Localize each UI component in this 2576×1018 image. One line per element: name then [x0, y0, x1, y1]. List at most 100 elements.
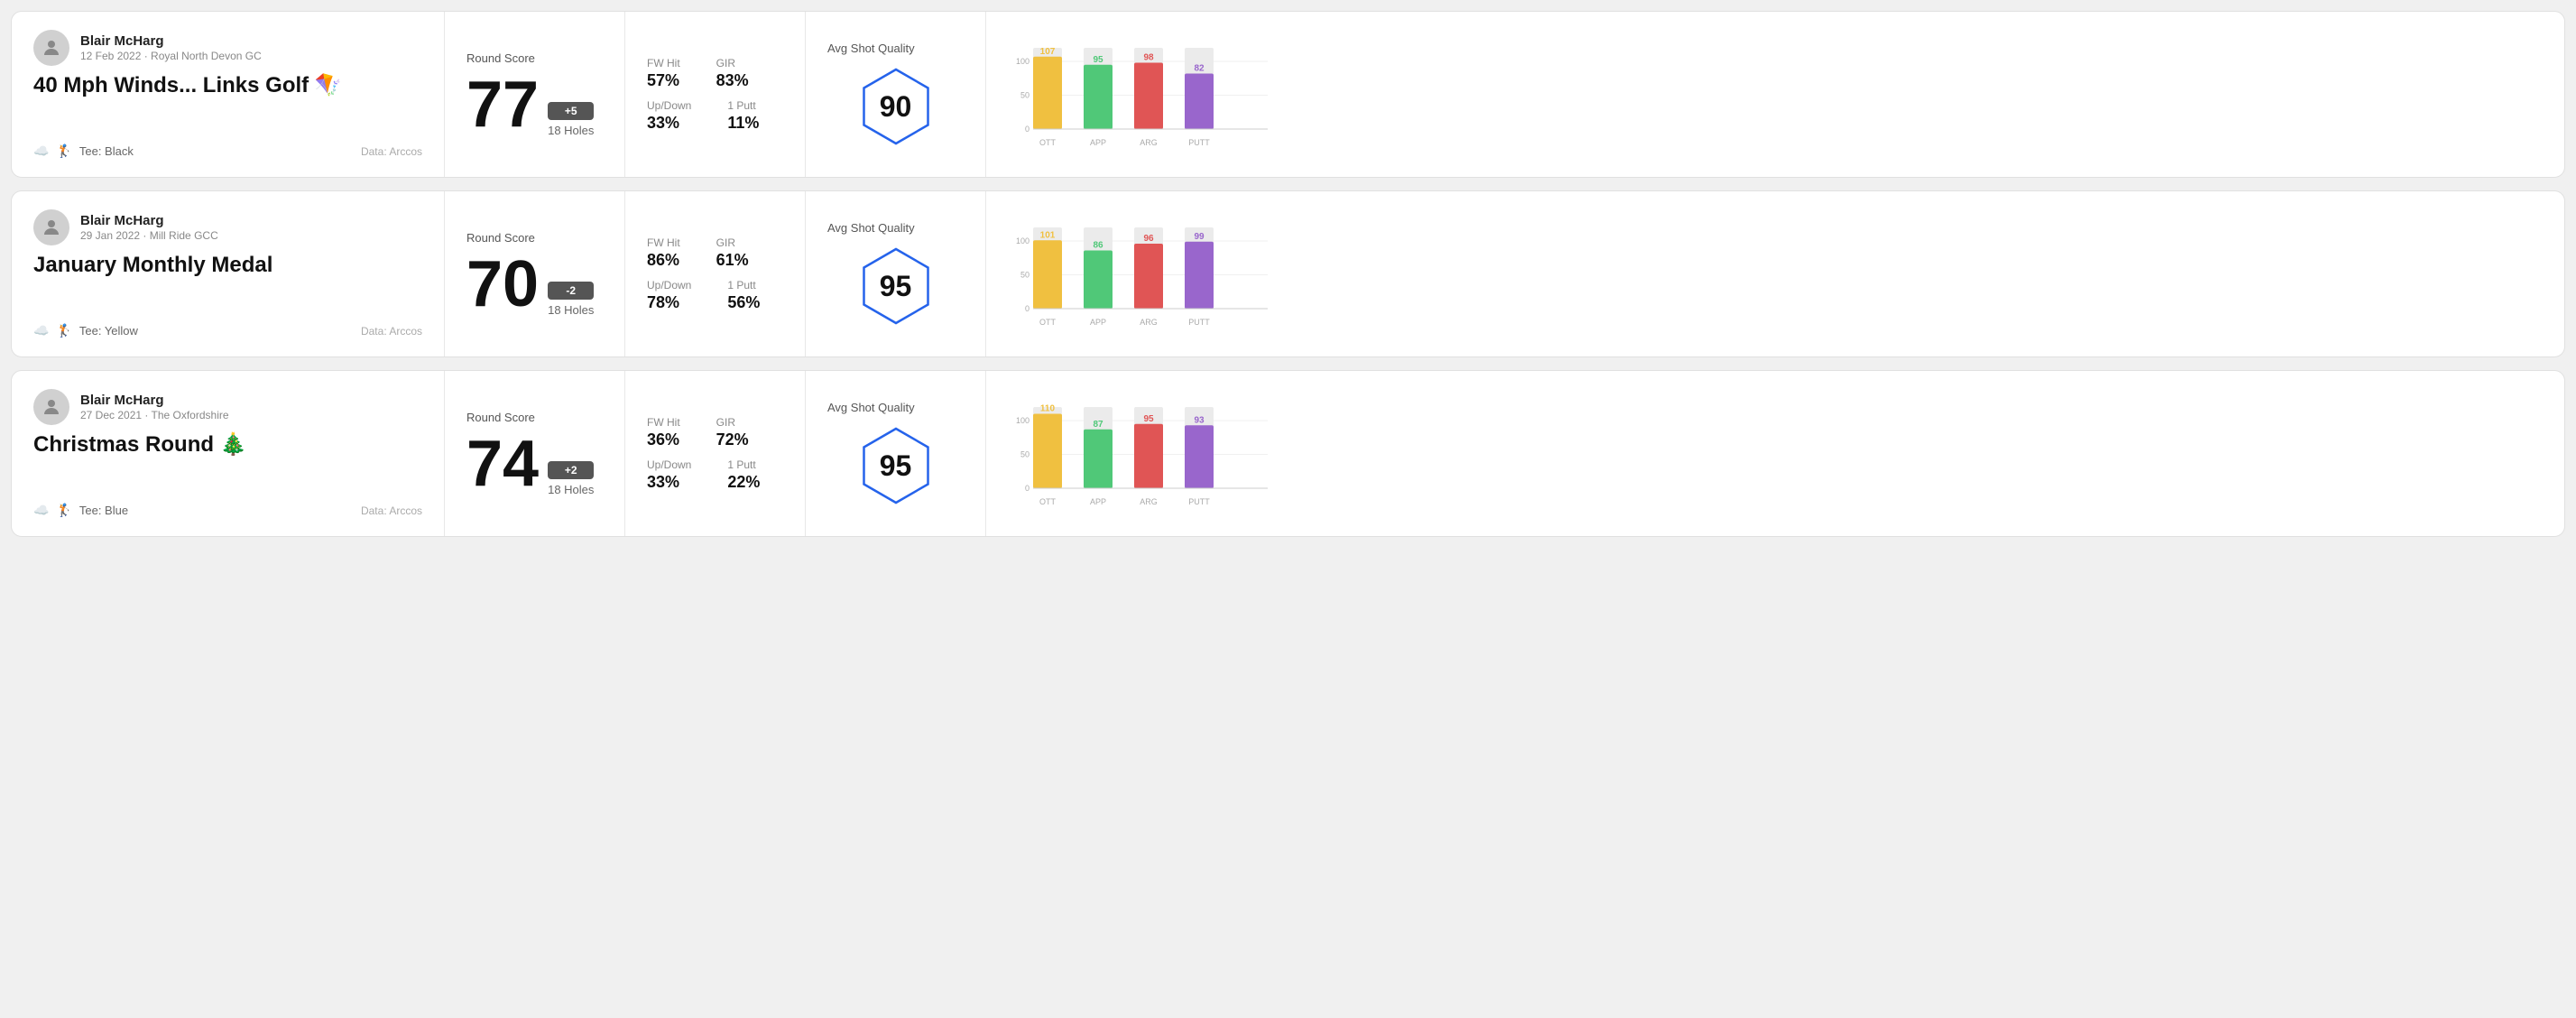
score-section: Round Score 70 -2 18 Holes — [445, 191, 625, 356]
quality-score: 95 — [880, 449, 912, 483]
stats-row-top: FW Hit 36% GIR 72% — [647, 416, 783, 449]
svg-text:87: 87 — [1093, 419, 1103, 429]
hexagon-wrapper: 90 — [827, 66, 964, 147]
svg-text:110: 110 — [1040, 403, 1056, 413]
tee-label: Tee: Yellow — [79, 324, 138, 338]
fw-hit-value: 57% — [647, 71, 680, 90]
svg-text:OTT: OTT — [1039, 497, 1056, 506]
round-title: 40 Mph Winds... Links Golf 🪁 — [33, 73, 422, 99]
hexagon-wrapper: 95 — [827, 425, 964, 506]
oneputt-label: 1 Putt — [727, 279, 760, 292]
quality-section: Avg Shot Quality 95 — [806, 371, 986, 536]
data-source: Data: Arccos — [361, 325, 422, 338]
gir-value: 83% — [716, 71, 749, 90]
quality-score: 90 — [880, 90, 912, 124]
score-badge: -2 — [548, 282, 594, 300]
chart-section: 100500101OTT86APP96ARG99PUTT — [986, 191, 2564, 356]
fw-hit-value: 86% — [647, 251, 680, 270]
hexagon: 95 — [855, 245, 937, 327]
bag-icon: 🏌️ — [56, 143, 71, 159]
gir-stat: GIR 61% — [716, 236, 749, 270]
score-holes: 18 Holes — [548, 303, 594, 317]
avatar — [33, 30, 69, 66]
svg-text:96: 96 — [1143, 234, 1154, 244]
gir-stat: GIR 72% — [716, 416, 749, 449]
weather-icon: ☁️ — [33, 143, 49, 159]
user-date: 27 Dec 2021 · The Oxfordshire — [80, 409, 229, 421]
score-section: Round Score 77 +5 18 Holes — [445, 12, 625, 177]
hexagon: 95 — [855, 425, 937, 506]
svg-text:APP: APP — [1090, 497, 1106, 506]
avatar — [33, 209, 69, 245]
hexagon-wrapper: 95 — [827, 245, 964, 327]
oneputt-stat: 1 Putt 22% — [727, 458, 760, 492]
fw-hit-stat: FW Hit 57% — [647, 57, 680, 90]
svg-text:APP: APP — [1090, 318, 1106, 327]
score-label: Round Score — [466, 411, 603, 424]
round-card-round-3: Blair McHarg 27 Dec 2021 · The Oxfordshi… — [11, 370, 2565, 537]
card-footer: ☁️ 🏌️ Tee: Black Data: Arccos — [33, 143, 422, 159]
oneputt-stat: 1 Putt 56% — [727, 279, 760, 312]
score-main: 77 +5 18 Holes — [466, 72, 603, 137]
card-left-section: Blair McHarg 12 Feb 2022 · Royal North D… — [12, 12, 445, 177]
chart-section: 100500110OTT87APP95ARG93PUTT — [986, 371, 2564, 536]
tee-info: ☁️ 🏌️ Tee: Black — [33, 143, 134, 159]
score-number: 70 — [466, 252, 539, 317]
score-badge-group: +5 18 Holes — [548, 102, 594, 137]
svg-text:98: 98 — [1143, 52, 1154, 62]
tee-info: ☁️ 🏌️ Tee: Blue — [33, 503, 128, 518]
weather-icon: ☁️ — [33, 503, 49, 518]
stats-row-bottom: Up/Down 78% 1 Putt 56% — [647, 279, 783, 312]
score-number: 74 — [466, 431, 539, 496]
updown-label: Up/Down — [647, 99, 691, 112]
stats-section: FW Hit 86% GIR 61% Up/Down 78% 1 Putt 56… — [625, 191, 806, 356]
gir-label: GIR — [716, 57, 749, 69]
card-footer: ☁️ 🏌️ Tee: Blue Data: Arccos — [33, 503, 422, 518]
fw-hit-label: FW Hit — [647, 57, 680, 69]
fw-hit-stat: FW Hit 36% — [647, 416, 680, 449]
data-source: Data: Arccos — [361, 145, 422, 158]
card-footer: ☁️ 🏌️ Tee: Yellow Data: Arccos — [33, 323, 422, 338]
score-badge-group: -2 18 Holes — [548, 282, 594, 317]
fw-hit-label: FW Hit — [647, 416, 680, 429]
user-date: 29 Jan 2022 · Mill Ride GCC — [80, 229, 218, 242]
svg-text:107: 107 — [1040, 46, 1056, 56]
svg-text:86: 86 — [1093, 240, 1103, 250]
svg-text:95: 95 — [1093, 54, 1103, 64]
stats-row-bottom: Up/Down 33% 1 Putt 22% — [647, 458, 783, 492]
stats-section: FW Hit 36% GIR 72% Up/Down 33% 1 Putt 22… — [625, 371, 806, 536]
card-left-section: Blair McHarg 27 Dec 2021 · The Oxfordshi… — [12, 371, 445, 536]
updown-value: 78% — [647, 293, 691, 312]
user-name: Blair McHarg — [80, 213, 218, 228]
user-name: Blair McHarg — [80, 33, 262, 49]
data-source: Data: Arccos — [361, 504, 422, 517]
quality-section: Avg Shot Quality 95 — [806, 191, 986, 356]
score-section: Round Score 74 +2 18 Holes — [445, 371, 625, 536]
stats-section: FW Hit 57% GIR 83% Up/Down 33% 1 Putt 11… — [625, 12, 806, 177]
svg-text:ARG: ARG — [1140, 318, 1158, 327]
svg-text:PUTT: PUTT — [1188, 318, 1210, 327]
bag-icon: 🏌️ — [56, 323, 71, 338]
user-header: Blair McHarg 27 Dec 2021 · The Oxfordshi… — [33, 389, 422, 425]
svg-text:OTT: OTT — [1039, 318, 1056, 327]
oneputt-value: 56% — [727, 293, 760, 312]
score-number: 77 — [466, 72, 539, 137]
tee-info: ☁️ 🏌️ Tee: Yellow — [33, 323, 138, 338]
oneputt-value: 11% — [727, 114, 759, 133]
hexagon: 90 — [855, 66, 937, 147]
weather-icon: ☁️ — [33, 323, 49, 338]
svg-text:50: 50 — [1020, 449, 1029, 458]
quality-label: Avg Shot Quality — [827, 42, 915, 55]
score-main: 74 +2 18 Holes — [466, 431, 603, 496]
person-icon — [41, 37, 62, 59]
person-icon — [41, 217, 62, 238]
round-card-round-1: Blair McHarg 12 Feb 2022 · Royal North D… — [11, 11, 2565, 178]
avatar — [33, 389, 69, 425]
score-holes: 18 Holes — [548, 124, 594, 137]
score-main: 70 -2 18 Holes — [466, 252, 603, 317]
fw-hit-label: FW Hit — [647, 236, 680, 249]
svg-text:101: 101 — [1040, 230, 1056, 240]
round-title: Christmas Round 🎄 — [33, 432, 422, 458]
score-holes: 18 Holes — [548, 483, 594, 496]
bag-icon: 🏌️ — [56, 503, 71, 518]
